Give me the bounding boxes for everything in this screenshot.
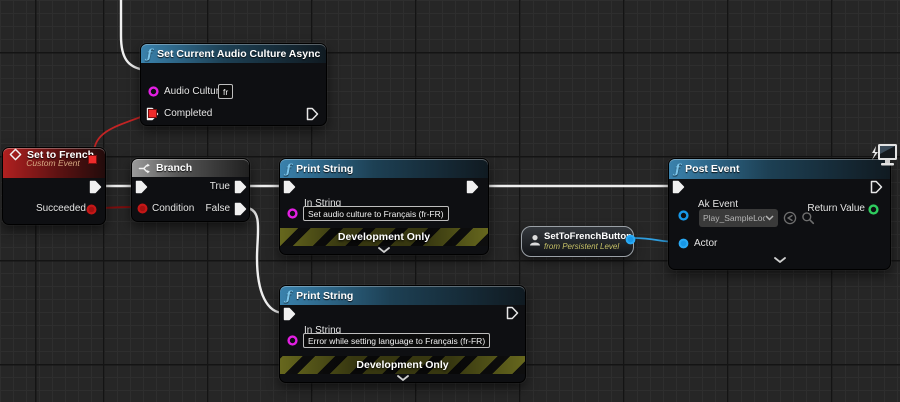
- banner-label: Development Only: [356, 359, 448, 371]
- node-set-current-audio-culture-async[interactable]: ƒ Set Current Audio Culture Async Audio …: [140, 43, 327, 126]
- exec-out-pin[interactable]: [870, 180, 883, 194]
- function-icon: ƒ: [286, 164, 291, 174]
- return-value-label: Return Value: [807, 203, 865, 214]
- node-header[interactable]: ƒ Print String: [280, 159, 488, 178]
- audio-culture-label: Audio Culture: [164, 86, 225, 97]
- audio-culture-pin[interactable]: [147, 85, 160, 98]
- reference-title: SetToFrenchButton: [544, 231, 632, 242]
- node-title: Set Current Audio Culture Async: [157, 48, 320, 60]
- event-delegate-pin[interactable]: [87, 154, 98, 165]
- client-monitor-icon: [868, 140, 899, 180]
- chevron-down-icon: [765, 215, 774, 221]
- exec-out-pin[interactable]: [306, 107, 319, 121]
- completed-label: Completed: [164, 108, 212, 119]
- development-only-banner: Development Only: [280, 228, 488, 246]
- node-set-to-french-event[interactable]: Set to French Custom Event Succeeded: [2, 147, 106, 225]
- node-actor-reference[interactable]: SetToFrenchButton from Persistent Level: [521, 226, 634, 257]
- function-icon: ƒ: [286, 291, 291, 301]
- in-string-pin[interactable]: [286, 207, 299, 220]
- development-only-banner: Development Only: [280, 356, 525, 374]
- exec-out-pin[interactable]: [506, 306, 519, 320]
- node-title: Print String: [296, 163, 353, 175]
- false-label: False: [206, 203, 230, 214]
- ak-event-dropdown[interactable]: Play_SampleLoc: [699, 209, 778, 227]
- succeeded-pin[interactable]: [85, 203, 98, 216]
- blueprint-graph-canvas[interactable]: ƒ Set Current Audio Culture Async Audio …: [0, 0, 900, 402]
- ak-event-selected-value: Play_SampleLoc: [703, 213, 765, 223]
- use-selected-icon[interactable]: [783, 211, 797, 225]
- exec-in-pin[interactable]: [135, 180, 148, 194]
- succeeded-label: Succeeded: [36, 203, 86, 214]
- node-title: Print String: [296, 290, 353, 302]
- condition-pin[interactable]: [136, 202, 149, 215]
- node-header[interactable]: ƒ Set Current Audio Culture Async: [141, 44, 326, 63]
- collapse-chevron-icon[interactable]: [280, 375, 525, 381]
- condition-label: Condition: [152, 203, 194, 214]
- actor-label: Actor: [694, 238, 717, 249]
- exec-in-pin[interactable]: [672, 180, 685, 194]
- function-icon: ƒ: [675, 164, 680, 174]
- node-print-string-true[interactable]: ƒ Print String In String Set audio cultu…: [279, 158, 489, 255]
- banner-label: Development Only: [338, 231, 430, 243]
- node-title: Post Event: [685, 163, 739, 175]
- node-header[interactable]: Branch: [132, 159, 249, 177]
- true-exec-pin[interactable]: [234, 180, 247, 194]
- node-header[interactable]: Set to French Custom Event: [3, 148, 105, 178]
- exec-in-pin[interactable]: [283, 307, 296, 321]
- actor-object-icon: [528, 233, 542, 247]
- exec-in-pin[interactable]: [283, 180, 296, 194]
- collapse-chevron-icon[interactable]: [669, 257, 890, 263]
- reference-subtitle: from Persistent Level: [544, 242, 619, 251]
- function-icon: ƒ: [147, 49, 152, 59]
- exec-out-pin[interactable]: [89, 180, 102, 194]
- ak-event-pin[interactable]: [677, 209, 690, 222]
- node-header[interactable]: ƒ Print String: [280, 286, 525, 305]
- in-string-value-field[interactable]: Set audio culture to Français (fr-FR): [303, 206, 449, 221]
- audio-culture-value-field[interactable]: fr: [218, 84, 233, 99]
- collapse-chevron-icon[interactable]: [280, 247, 488, 253]
- in-string-pin[interactable]: [286, 334, 299, 347]
- exec-out-pin[interactable]: [466, 180, 479, 194]
- node-post-event[interactable]: ƒ Post Event Ak Event Play_SampleLoc Ret…: [668, 158, 891, 270]
- true-label: True: [210, 181, 230, 192]
- in-string-value-field[interactable]: Error while setting language to Français…: [303, 333, 490, 348]
- actor-out-pin[interactable]: [624, 233, 637, 246]
- node-header[interactable]: ƒ Post Event: [669, 159, 890, 179]
- return-value-pin[interactable]: [867, 203, 880, 216]
- actor-in-pin[interactable]: [677, 237, 690, 250]
- node-title: Branch: [156, 162, 192, 174]
- node-branch[interactable]: Branch Condition True False: [131, 158, 250, 222]
- completed-delegate-pin[interactable]: [147, 108, 158, 119]
- branch-icon: [138, 162, 151, 175]
- node-subtitle: Custom Event: [9, 158, 97, 168]
- node-print-string-false[interactable]: ƒ Print String In String Error while set…: [279, 285, 526, 383]
- false-exec-pin[interactable]: [234, 202, 247, 216]
